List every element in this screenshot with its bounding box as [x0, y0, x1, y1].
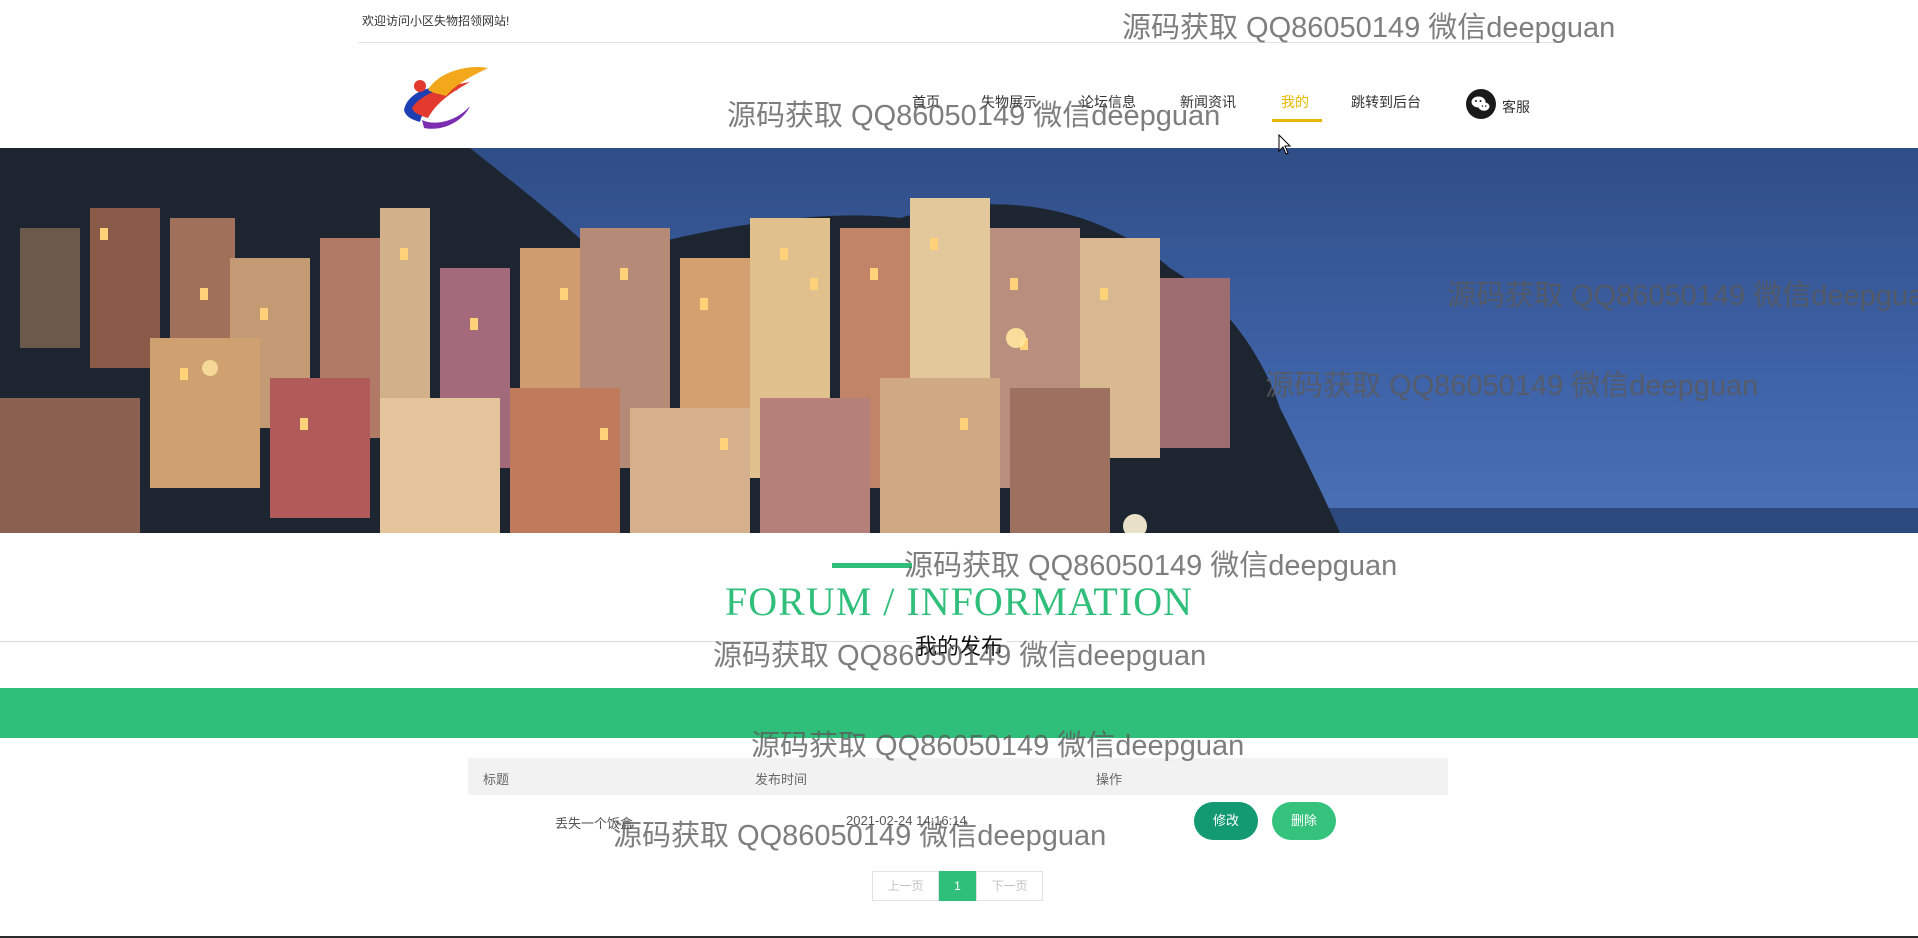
section-title-cn-text: 我的发布 — [910, 634, 1007, 659]
table-header: 标题 发布时间 操作 — [468, 758, 1448, 795]
row-time: 2021-02-24 14:16:14 — [846, 813, 967, 828]
page-number-button[interactable]: 1 — [939, 871, 976, 901]
section-title-cn: 我的发布 — [0, 629, 1918, 661]
nav-home[interactable]: 首页 — [912, 92, 940, 112]
hero-banner — [0, 148, 1918, 533]
green-band — [0, 688, 1918, 738]
mouse-cursor-icon — [1278, 134, 1292, 155]
nav-forum[interactable]: 论坛信息 — [1080, 92, 1136, 112]
nav-lost-items[interactable]: 失物展示 — [981, 92, 1037, 112]
header-time: 发布时间 — [755, 772, 808, 787]
next-page-button[interactable]: 下一页 — [976, 871, 1043, 901]
pagination: 上一页 1 下一页 — [872, 871, 1043, 901]
section-title-en: FORUM / INFORMATION — [725, 579, 1193, 624]
main-nav: 首页 失物展示 论坛信息 新闻资讯 我的 跳转到后台 — [0, 92, 1918, 122]
nav-news[interactable]: 新闻资讯 — [1180, 92, 1236, 112]
header-actions: 操作 — [1096, 772, 1123, 787]
table-row: 丢失一个饭盒 2021-02-24 14:16:14 修改 删除 — [468, 795, 1448, 849]
nav-mine[interactable]: 我的 — [1281, 92, 1309, 112]
title-accent-bar — [832, 563, 912, 568]
welcome-text: 欢迎访问小区失物招领网站! — [362, 14, 510, 28]
my-posts-table: 标题 发布时间 操作 丢失一个饭盒 2021-02-24 14:16:14 修改… — [468, 758, 1448, 849]
prev-page-button[interactable]: 上一页 — [872, 871, 939, 901]
wechat-icon — [1466, 89, 1496, 119]
nav-admin[interactable]: 跳转到后台 — [1351, 92, 1421, 112]
top-bar: 欢迎访问小区失物招领网站! — [358, 0, 1558, 43]
customer-service-label: 客服 — [1502, 99, 1530, 115]
row-title[interactable]: 丢失一个饭盒 — [555, 813, 633, 832]
nav-active-underline — [1272, 119, 1322, 122]
customer-service-link[interactable]: 客服 — [1466, 89, 1530, 119]
delete-button[interactable]: 删除 — [1272, 802, 1336, 840]
edit-button[interactable]: 修改 — [1194, 802, 1258, 840]
header-title: 标题 — [483, 772, 510, 787]
